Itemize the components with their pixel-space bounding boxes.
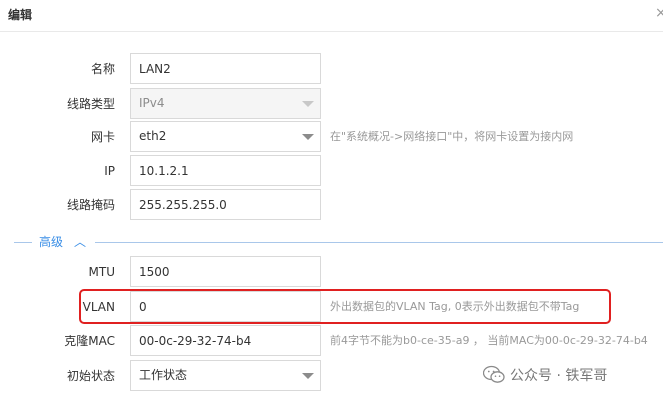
name-label: 名称 [90,62,115,76]
chevron-down-icon [302,373,314,379]
form-row-clone-mac: 克隆MAC 前4字节不能为b0-ce-35-a9 ， 当前MAC为00-0c-2… [0,325,663,357]
chevron-up-icon[interactable]: ︿ [74,235,86,249]
dialog-header: 编辑 × [0,0,663,32]
form-row-mtu: MTU [0,256,663,288]
wechat-icon [482,365,505,385]
form-row-ip: IP [0,155,663,187]
vlan-highlight-box [79,289,611,324]
mtu-input[interactable] [130,256,321,287]
line-type-select: IPv4 [130,88,321,119]
close-icon[interactable]: × [655,4,663,22]
nic-select[interactable]: eth2 [130,121,321,152]
name-input[interactable] [130,53,321,84]
nic-value: eth2 [139,129,167,143]
chevron-down-icon [302,134,314,140]
line-type-label: 线路类型 [66,97,115,111]
mask-input[interactable] [130,189,321,220]
form-row-mask: 线路掩码 [0,189,663,221]
section-divider [95,242,663,243]
form-row-line-type: 线路类型 IPv4 [0,88,663,120]
initial-state-label: 初始状态 [66,369,115,383]
ip-input[interactable] [130,155,321,186]
initial-state-value: 工作状态 [139,368,188,382]
initial-state-select[interactable]: 工作状态 [130,360,321,391]
form-row-nic: 网卡 eth2 在"系统概况->网络接口"中，将网卡设置为接内网 [0,121,663,153]
clone-mac-hint: 前4字节不能为b0-ce-35-a9 ， 当前MAC为00-0c-29-32-7… [330,334,648,347]
advanced-toggle[interactable]: 高级 [39,233,63,251]
watermark: 公众号 · 铁军哥 [482,363,608,387]
ip-label: IP [104,164,115,178]
chevron-down-icon [302,101,314,107]
clone-mac-label: 克隆MAC [64,334,115,348]
dialog-title: 编辑 [8,8,33,22]
nic-label: 网卡 [90,130,115,144]
form-row-name: 名称 [0,53,663,85]
advanced-section-header: 高级 ︿ [0,233,663,253]
section-divider [14,242,32,243]
watermark-text: 公众号 · 铁军哥 [510,368,608,384]
clone-mac-input[interactable] [130,325,321,356]
line-type-value: IPv4 [139,96,165,110]
mtu-label: MTU [88,265,115,279]
mask-label: 线路掩码 [66,198,115,212]
nic-hint: 在"系统概况->网络接口"中，将网卡设置为接内网 [330,130,574,143]
edit-dialog: 编辑 × 名称 线路类型 IPv4 网卡 eth2 在"系统概况->网络接口"中… [0,0,663,401]
